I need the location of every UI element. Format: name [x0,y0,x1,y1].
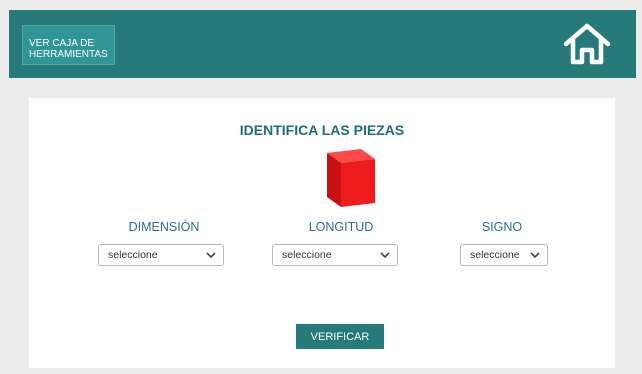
verify-button[interactable]: VERIFICAR [296,324,384,349]
home-icon [563,23,611,65]
cube-icon [327,149,375,207]
chevron-down-icon [380,252,390,259]
page-title: IDENTIFICA LAS PIEZAS [239,122,405,138]
home-button[interactable] [562,20,612,68]
sign-select[interactable]: seleccione [460,244,548,266]
dimension-select-value: seleccione [108,249,158,261]
view-toolbox-button[interactable]: VER CAJA DE HERRAMIENTAS [22,25,115,65]
chevron-down-icon [206,252,216,259]
dimension-label: DIMENSIÓN [128,220,200,234]
main-card: IDENTIFICA LAS PIEZAS DIMENSIÓN seleccio… [29,98,615,368]
length-select-value: seleccione [282,249,332,261]
dimension-select[interactable]: seleccione [98,244,224,266]
chevron-down-icon [530,252,540,259]
sign-select-value: seleccione [470,249,520,261]
length-label: LONGITUD [308,220,374,234]
sign-label: SIGNO [481,220,523,234]
length-select[interactable]: seleccione [272,244,398,266]
top-bar: VER CAJA DE HERRAMIENTAS [9,10,636,78]
